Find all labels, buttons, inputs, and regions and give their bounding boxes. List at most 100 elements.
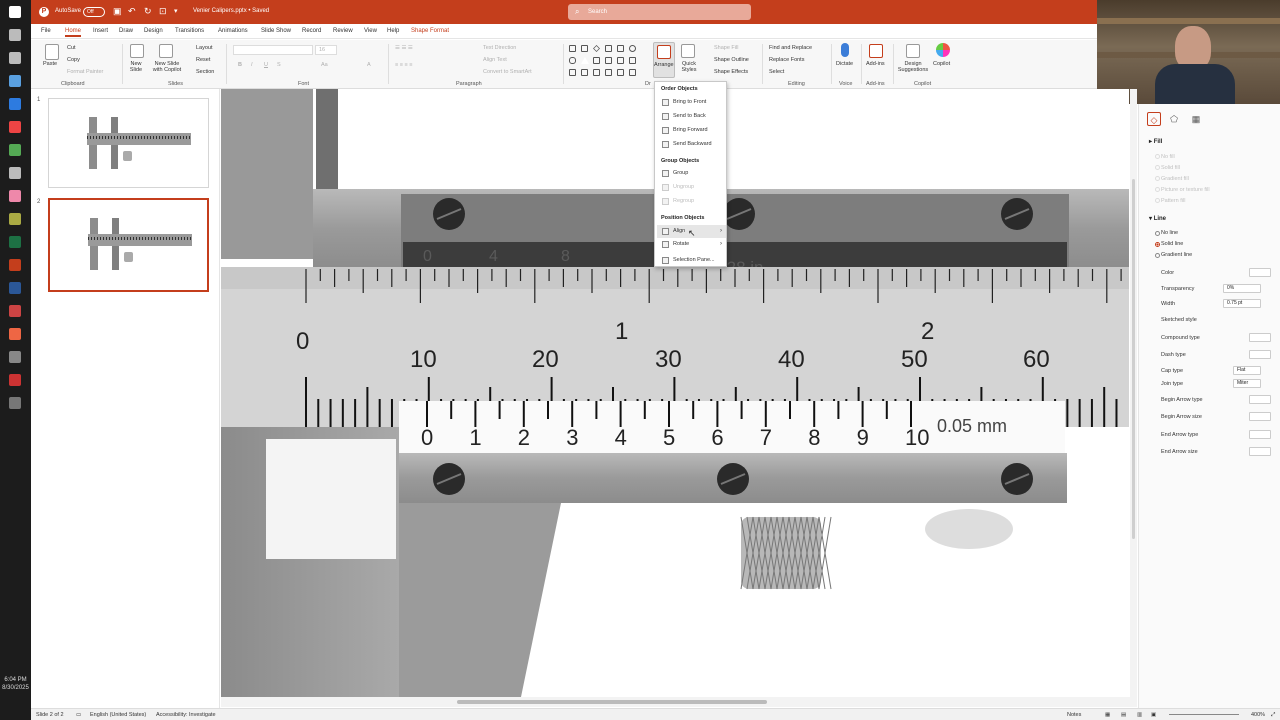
shape-effects-button[interactable]: Shape Effects <box>714 69 748 75</box>
shape-misc4-icon[interactable] <box>605 69 612 76</box>
align-icons[interactable]: ≡ ≡ ≡ ≡ <box>395 62 412 68</box>
shape-triangle-icon[interactable] <box>581 57 589 64</box>
color-picker-button[interactable] <box>1249 268 1271 277</box>
bullets-icon[interactable]: ☰ ☰ ☰ <box>395 45 413 51</box>
pattern-fill-option[interactable]: Pattern fill <box>1161 198 1185 204</box>
app-taskbar-icon[interactable] <box>9 213 21 225</box>
copilot-icon[interactable] <box>936 43 950 57</box>
picture-fill-option[interactable]: Picture or texture fill <box>1161 187 1210 193</box>
autosave-toggle[interactable]: Off <box>83 7 105 17</box>
addins-icon[interactable] <box>869 44 883 58</box>
cut-button[interactable]: Cut <box>67 45 76 51</box>
paste-icon[interactable] <box>45 44 59 60</box>
tab-review[interactable]: Review <box>333 28 353 34</box>
selection-pane-item[interactable]: Selection Pane... <box>657 254 726 267</box>
word-taskbar-icon[interactable] <box>9 282 21 294</box>
convert-smartart-button[interactable]: Convert to SmartArt <box>483 69 532 75</box>
line-section-header[interactable]: ▾ Line <box>1149 215 1166 222</box>
shape-misc1-icon[interactable] <box>569 69 576 76</box>
end-arrow-size-dropdown[interactable] <box>1249 447 1271 456</box>
tab-home[interactable]: Home <box>65 28 82 37</box>
horizontal-scrollbar[interactable] <box>221 697 1137 707</box>
end-arrow-type-dropdown[interactable] <box>1249 430 1271 439</box>
customize-qat-icon[interactable]: ▾ <box>174 6 178 17</box>
no-fill-option[interactable]: No fill <box>1161 154 1175 160</box>
section-button[interactable]: Section <box>196 69 214 75</box>
paste-button[interactable]: Paste <box>43 61 57 67</box>
slide-thumbnail-2[interactable] <box>48 198 209 292</box>
shape-brace2-icon[interactable] <box>629 69 636 76</box>
tab-design[interactable]: Design <box>144 28 163 34</box>
tab-animations[interactable]: Animations <box>218 28 248 34</box>
app-taskbar-icon[interactable] <box>9 397 21 409</box>
solid-line-option[interactable]: Solid line <box>1161 241 1183 247</box>
shape-rounded-icon[interactable] <box>569 57 576 64</box>
quick-styles-button[interactable]: Quick Styles <box>679 61 699 73</box>
tab-transitions[interactable]: Transitions <box>175 28 204 34</box>
undo-icon[interactable]: ↶ <box>128 6 136 17</box>
begin-arrow-type-dropdown[interactable] <box>1249 395 1271 404</box>
addins-button[interactable]: Add-ins <box>866 61 885 67</box>
app-taskbar-icon[interactable] <box>9 374 21 386</box>
rotate-item[interactable]: Rotate › <box>657 238 726 251</box>
send-to-back-item[interactable]: Send to Back <box>657 110 726 123</box>
edge-taskbar-icon[interactable] <box>9 98 21 110</box>
transparency-input[interactable]: 0% <box>1223 284 1261 293</box>
shape-connector-icon[interactable] <box>593 57 600 64</box>
shape-line-icon[interactable] <box>593 45 600 52</box>
shape-brace-icon[interactable] <box>617 69 624 76</box>
underline-button[interactable]: U <box>264 62 268 68</box>
search-input[interactable]: ⌕ Search <box>568 4 751 20</box>
tab-draw[interactable]: Draw <box>119 28 133 34</box>
new-slide-copilot-icon[interactable] <box>159 44 173 58</box>
select-button[interactable]: Select <box>769 69 784 75</box>
align-text-button[interactable]: Align Text <box>483 57 507 63</box>
gradient-fill-option[interactable]: Gradient fill <box>1161 176 1189 182</box>
shape-arrow-icon[interactable] <box>617 57 624 64</box>
dictate-button[interactable]: Dictate <box>836 61 853 67</box>
design-suggestions-icon[interactable] <box>906 44 920 58</box>
new-slide-button[interactable]: New Slide <box>127 61 145 73</box>
slide-sorter-icon[interactable]: ▤ <box>1121 712 1126 718</box>
join-type-dropdown[interactable]: Miter <box>1233 379 1261 388</box>
app-taskbar-icon[interactable] <box>9 167 21 179</box>
shape-fill-button[interactable]: Shape Fill <box>714 45 738 51</box>
font-size-box[interactable]: 16 <box>315 45 337 55</box>
app-taskbar-icon[interactable] <box>9 75 21 87</box>
strikethrough-button[interactable]: S <box>277 62 281 68</box>
zoom-slider[interactable] <box>1169 714 1239 715</box>
notes-button[interactable]: Notes <box>1067 712 1081 718</box>
effects-tab-icon[interactable]: ⬠ <box>1167 112 1181 126</box>
app-taskbar-icon[interactable] <box>9 351 21 363</box>
no-line-option[interactable]: No line <box>1161 230 1178 236</box>
change-case-button[interactable]: Aa <box>321 62 328 68</box>
compound-type-dropdown[interactable] <box>1249 333 1271 342</box>
replace-fonts-button[interactable]: Replace Fonts <box>769 57 804 63</box>
dictate-icon[interactable] <box>841 43 849 57</box>
dash-type-dropdown[interactable] <box>1249 350 1271 359</box>
italic-button[interactable]: I <box>251 62 253 68</box>
new-slide-icon[interactable] <box>130 44 144 58</box>
design-suggestions-button[interactable]: Design Suggestions <box>896 61 930 73</box>
size-properties-tab-icon[interactable]: ▦ <box>1189 112 1203 126</box>
arrange-button[interactable]: Arrange <box>653 42 675 78</box>
bold-button[interactable]: B <box>238 62 242 68</box>
tab-shape-format[interactable]: Shape Format <box>411 28 449 34</box>
copilot-button[interactable]: Copilot <box>933 61 950 67</box>
normal-view-icon[interactable]: ▦ <box>1105 712 1110 718</box>
app-taskbar-icon[interactable] <box>9 305 21 317</box>
begin-arrow-size-dropdown[interactable] <box>1249 412 1271 421</box>
windows-start-taskbar-icon[interactable] <box>9 6 21 18</box>
tab-help[interactable]: Help <box>387 28 399 34</box>
solid-fill-option[interactable]: Solid fill <box>1161 165 1180 171</box>
shape-outline-button[interactable]: Shape Outline <box>714 57 749 63</box>
text-direction-button[interactable]: Text Direction <box>483 45 516 51</box>
tab-record[interactable]: Record <box>302 28 321 34</box>
language-indicator[interactable]: English (United States) <box>90 712 146 718</box>
slideshow-icon[interactable]: ▣ <box>1151 712 1156 718</box>
shape-oval-icon[interactable] <box>629 45 636 52</box>
shape-textbox-icon[interactable] <box>569 45 576 52</box>
taskbar-clock[interactable]: 6:04 PM 8/30/2025 <box>1 676 30 692</box>
bring-forward-item[interactable]: Bring Forward <box>657 124 726 137</box>
tab-file[interactable]: File <box>41 28 51 34</box>
